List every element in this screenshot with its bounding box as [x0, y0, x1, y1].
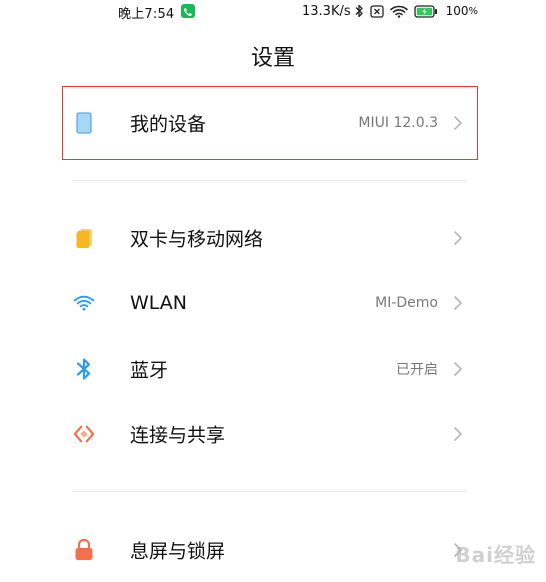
- page-title: 设置: [250, 46, 295, 71]
- row-label: 双卡与移动网络: [130, 228, 264, 251]
- wifi-icon: [389, 5, 408, 18]
- row-label: 息屏与锁屏: [130, 540, 226, 563]
- row-bluetooth[interactable]: 蓝牙 已开启: [62, 337, 478, 401]
- network-speed: 13.3K/s: [302, 3, 351, 19]
- chevron-right-icon: [452, 425, 464, 443]
- row-value: MI-Demo: [375, 295, 438, 311]
- chevron-right-icon: [452, 294, 464, 312]
- row-wlan[interactable]: WLAN MI-Demo: [62, 271, 478, 335]
- bluetooth-icon: [73, 358, 95, 380]
- row-label: 蓝牙: [130, 359, 169, 382]
- chevron-right-icon: [452, 360, 464, 378]
- percent-sign: %: [468, 5, 479, 17]
- row-lock-screen[interactable]: 息屏与锁屏: [62, 518, 478, 582]
- status-bar: 晚上7:54 13.3K/s 100 %: [0, 0, 546, 23]
- status-time: 晚上7:54: [118, 7, 175, 22]
- battery-icon: [413, 4, 438, 18]
- watermark: Bai经验: [455, 543, 536, 567]
- row-label: WLAN: [130, 292, 188, 314]
- row-value: 已开启: [396, 362, 438, 378]
- row-value: MIUI 12.0.3: [358, 115, 438, 131]
- lock-icon: [73, 538, 95, 561]
- bluetooth-icon: [355, 4, 364, 18]
- sim-disabled-icon: [369, 4, 384, 18]
- phone-icon: [181, 4, 195, 18]
- divider: [72, 491, 467, 492]
- share-icon: [73, 423, 95, 445]
- chevron-right-icon: [452, 114, 464, 132]
- divider: [72, 180, 467, 181]
- device-icon: [73, 112, 95, 134]
- row-dual-sim[interactable]: 双卡与移动网络: [62, 206, 478, 270]
- sim-icon: [73, 227, 95, 249]
- wifi-icon: [73, 292, 95, 314]
- row-label: 我的设备: [130, 113, 207, 136]
- battery-percent: 100: [445, 4, 469, 18]
- status-right-group: 13.3K/s 100 %: [302, 3, 478, 19]
- row-label: 连接与共享: [130, 424, 226, 447]
- chevron-right-icon: [452, 229, 464, 247]
- row-connection-sharing[interactable]: 连接与共享: [62, 402, 478, 466]
- row-my-device[interactable]: 我的设备 MIUI 12.0.3: [62, 91, 478, 155]
